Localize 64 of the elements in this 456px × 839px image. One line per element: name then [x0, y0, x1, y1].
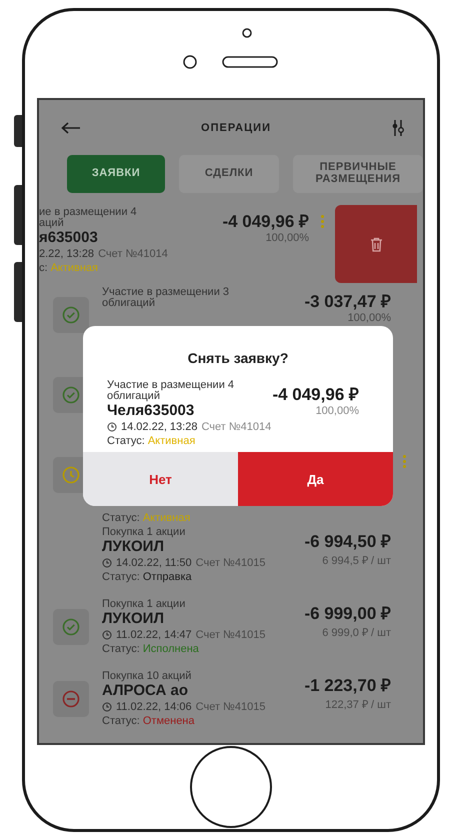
more-icon[interactable] [402, 455, 406, 468]
order-amount: -1 223,70 ₽ [304, 675, 391, 696]
order-title: Участие в размещении 4 облигаций [107, 380, 236, 402]
order-price-note: 100,00% [266, 232, 309, 244]
delete-button[interactable] [335, 205, 417, 283]
status-label: Статус: [102, 570, 140, 584]
order-status: Активная [142, 511, 190, 525]
back-arrow-icon[interactable] [61, 122, 81, 134]
check-circle-icon [62, 618, 80, 636]
order-price-note: 100,00% [316, 405, 359, 417]
order-amount: -4 049,96 ₽ [222, 211, 309, 232]
order-time: 11.02.22, 14:47 [116, 628, 192, 642]
order-amount: -6 994,50 ₽ [304, 531, 391, 552]
order-time: 11.02.22, 14:06 [116, 700, 192, 714]
status-label: Статус: [102, 714, 140, 728]
order-time: 14.02.22, 11:50 [116, 556, 192, 570]
order-title: Покупка 10 акций [102, 671, 192, 682]
order-name: АЛРОСА ао [102, 682, 189, 699]
account-number: Счет №41015 [196, 700, 266, 714]
order-name: я635003 [39, 229, 99, 246]
account-number: Счет №41015 [196, 556, 266, 570]
more-icon[interactable] [320, 215, 324, 228]
order-title: ие в размещении 4 аций [39, 207, 138, 229]
order-title: Покупка 1 акции [102, 599, 186, 610]
confirm-button[interactable]: Да [238, 452, 393, 506]
account-number: Счет №41014 [201, 420, 272, 434]
screen-title: ОПЕРАЦИИ [201, 122, 271, 134]
order-price-note: 100,00% [348, 312, 391, 324]
order-time: 14.02.22, 13:28 [121, 420, 198, 434]
clock-icon [62, 466, 80, 484]
dialog-title: Снять заявку? [186, 349, 290, 368]
cancel-button[interactable]: Нет [83, 452, 238, 506]
account-number: Счет №41015 [196, 628, 266, 642]
order-title: Покупка 1 акции [102, 527, 186, 538]
status-label: Статус: [107, 434, 145, 448]
order-status: Отменена [142, 714, 195, 728]
minus-circle-icon [62, 690, 80, 708]
order-status: Исполнена [142, 642, 199, 656]
order-time: 2.22, 13:28 [39, 247, 94, 261]
check-circle-icon [62, 306, 80, 324]
tab[interactable]: ЗАЯВКИ [67, 155, 165, 193]
order-price-note: 6 999,0 ₽ / шт [322, 626, 391, 639]
filter-icon[interactable] [391, 120, 405, 136]
clock-icon [107, 422, 117, 432]
status-label: Статус: [102, 511, 140, 525]
order-amount: -3 037,47 ₽ [304, 291, 391, 312]
order-status: Активная [50, 261, 98, 275]
check-circle-icon [62, 386, 80, 404]
status-label: с: [39, 261, 48, 275]
order-amount: -4 049,96 ₽ [272, 384, 359, 405]
order-status: Отправка [142, 570, 192, 584]
trash-icon [370, 236, 382, 252]
order-name: ЛУКОИЛ [102, 538, 165, 555]
order-title: Участие в размещении 3 облигаций [102, 287, 230, 309]
tab[interactable]: СДЕЛКИ [179, 155, 279, 193]
order-price-note: 122,37 ₽ / шт [325, 698, 391, 711]
order-name: Челя635003 [107, 402, 196, 419]
account-number: Счет №41014 [98, 247, 168, 261]
order-name: ЛУКОИЛ [102, 610, 165, 627]
order-status: Активная [148, 434, 196, 448]
status-label: Статус: [102, 642, 140, 656]
tab[interactable]: ПЕРВИЧНЫЕ РАЗМЕЩЕНИЯ [293, 155, 423, 193]
order-price-note: 6 994,5 ₽ / шт [322, 554, 391, 567]
order-amount: -6 999,00 ₽ [304, 603, 391, 624]
